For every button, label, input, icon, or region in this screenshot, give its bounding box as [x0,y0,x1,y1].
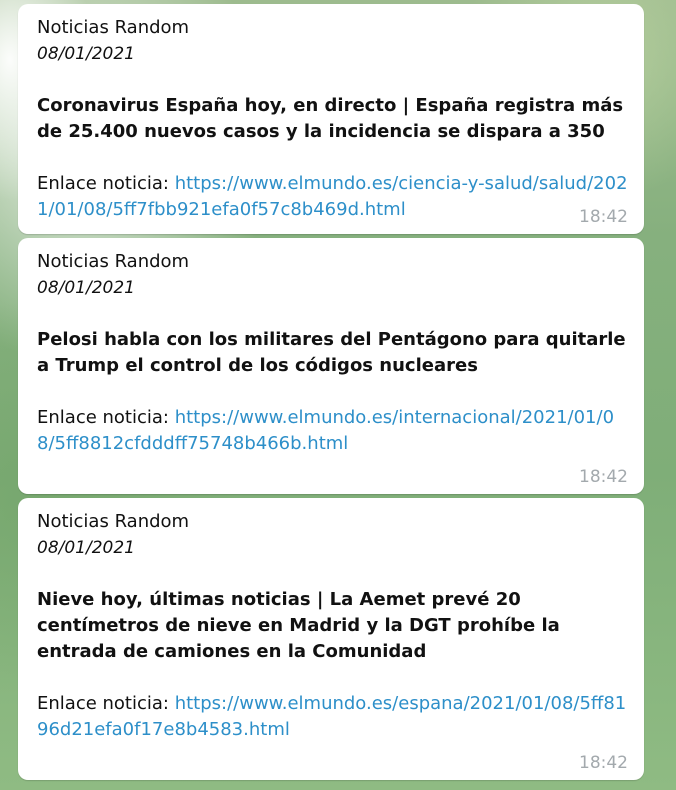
news-headline: Pelosi habla con los militares del Pentá… [37,329,626,376]
message-time: 18:42 [579,467,628,487]
message-sender[interactable]: Noticias Random [37,249,644,275]
link-label: Enlace noticia: [37,407,175,428]
news-headline: Nieve hoy, últimas noticias | La Aemet p… [37,589,560,662]
message-sender[interactable]: Noticias Random [37,15,644,41]
message-sender[interactable]: Noticias Random [37,509,644,535]
message-date: 08/01/2021 [37,538,135,558]
news-link-line: Enlace noticia: https://www.elmundo.es/c… [37,171,644,223]
link-label: Enlace noticia: [37,173,175,194]
message-bubble[interactable]: Noticias Random 08/01/2021 Nieve hoy, úl… [18,498,644,780]
message-bubble[interactable]: Noticias Random 08/01/2021 Coronavirus E… [18,4,644,234]
news-link-line: Enlace noticia: https://www.elmundo.es/i… [37,405,644,457]
message-bubble[interactable]: Noticias Random 08/01/2021 Pelosi habla … [18,238,644,494]
message-time: 18:42 [579,753,628,773]
message-date: 08/01/2021 [37,278,135,298]
news-headline: Coronavirus España hoy, en directo | Esp… [37,95,624,142]
message-time: 18:42 [579,207,628,227]
news-link-line: Enlace noticia: https://www.elmundo.es/e… [37,691,644,743]
link-label: Enlace noticia: [37,693,175,714]
message-date: 08/01/2021 [37,44,135,64]
